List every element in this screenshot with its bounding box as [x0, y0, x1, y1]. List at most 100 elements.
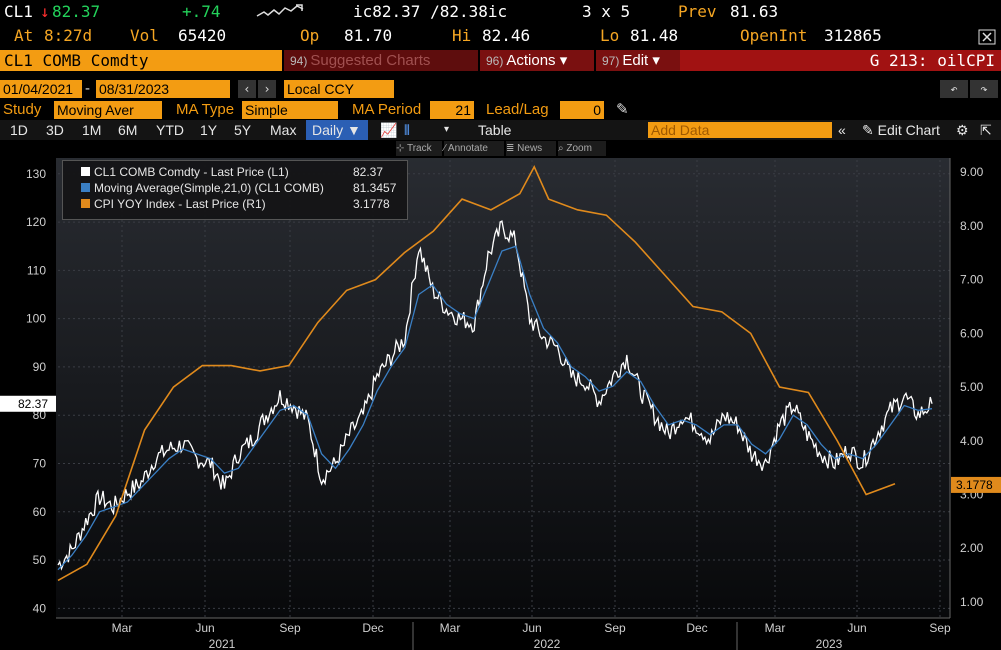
table-button[interactable]: Table: [478, 120, 511, 140]
suggested-charts-menu[interactable]: 94) Suggested Charts: [284, 50, 478, 71]
track-label: Track: [406, 143, 432, 154]
x-tick-label: Jun: [522, 621, 541, 635]
study-select[interactable]: Moving Aver: [54, 101, 162, 119]
down-arrow-icon: ↓: [40, 2, 50, 21]
quote-row-1: CL1 ↓ 82.37 +.74 ic82.37 /82.38ic 3 x 5 …: [0, 0, 1001, 24]
crosshair-icon: ⊹: [396, 143, 407, 154]
at-label: At: [14, 26, 34, 45]
legend-label: CPI YOY Index - Last Price (R1): [94, 197, 266, 211]
period-max-button[interactable]: Max: [270, 120, 296, 140]
open-value: 81.70: [344, 26, 393, 45]
pencil-icon: ✎: [862, 122, 878, 138]
start-date-field[interactable]: 01/04/2021: [0, 80, 82, 98]
news-tool[interactable]: ≣ News: [506, 141, 556, 156]
menu-number: 97): [602, 54, 620, 68]
security-field[interactable]: CL1 COMB Comdty: [0, 50, 282, 71]
prev-range-button[interactable]: ‹: [238, 80, 256, 98]
settings-icon[interactable]: ⚙: [956, 120, 969, 140]
net-change: +.74: [182, 2, 221, 21]
bid-ask: ic82.37 /82.38ic: [353, 2, 508, 21]
menu-label: Suggested Charts: [310, 52, 431, 69]
pencil-icon[interactable]: ✎: [616, 101, 629, 119]
x-tick-label: Sep: [929, 621, 951, 635]
vol-label: Vol: [130, 26, 159, 45]
x-tick-label: Jun: [195, 621, 214, 635]
graph-code: G 213: oilCPI: [680, 50, 1001, 71]
edit-chart-button[interactable]: ✎ Edit Chart: [862, 120, 940, 140]
dropdown-arrow-icon: ▾: [559, 52, 568, 69]
year-label: 2021: [209, 637, 236, 650]
ticker[interactable]: CL1: [4, 0, 33, 24]
ma-type-select[interactable]: Simple: [242, 101, 338, 119]
undo-icon[interactable]: ↶: [940, 80, 968, 98]
actions-menu[interactable]: 96) Actions ▾: [480, 50, 594, 71]
left-axis-tick-label: 60: [33, 505, 47, 519]
period-3d-button[interactable]: 3D: [46, 120, 64, 140]
redo-icon[interactable]: ↷: [970, 80, 998, 98]
chart-type-dropdown-icon[interactable]: ▾: [444, 120, 449, 140]
chart-legend[interactable]: CL1 COMB Comdty - Last Price (L1) 82.37 Mo…: [62, 160, 408, 220]
last-price-tag-label: 82.37: [18, 397, 48, 411]
time-value: 8:27d: [44, 26, 93, 45]
right-axis-tick-label: 4.00: [960, 434, 984, 448]
right-axis-tick-label: 8.00: [960, 219, 984, 233]
cpi-tag-label: 3.1778: [956, 478, 993, 492]
annotate-tool[interactable]: ∕ Annotate: [444, 141, 504, 156]
x-tick-label: Sep: [279, 621, 301, 635]
x-tick-label: Mar: [440, 621, 461, 635]
period-6m-button[interactable]: 6M: [118, 120, 137, 140]
menu-label: Actions: [506, 52, 556, 69]
next-range-button[interactable]: ›: [258, 80, 276, 98]
range-separator: -: [85, 80, 90, 97]
track-tool[interactable]: ⊹ Track: [396, 141, 442, 156]
legend-value: 81.3457: [353, 181, 397, 195]
frequency-select[interactable]: Daily ▼: [306, 120, 368, 140]
ma-type-label: MA Type: [176, 101, 235, 118]
period-1d-button[interactable]: 1D: [10, 120, 28, 140]
currency-select[interactable]: Local CCY: [284, 80, 394, 98]
end-date-field[interactable]: 08/31/2023: [96, 80, 230, 98]
collapse-icon[interactable]: «: [838, 120, 846, 140]
edit-menu[interactable]: 97) Edit ▾: [596, 50, 680, 71]
prev-label: Prev: [678, 2, 717, 21]
legend-entry[interactable]: CL1 COMB Comdty - Last Price (L1) 82.37: [63, 164, 407, 180]
year-label: 2023: [816, 637, 843, 650]
legend-swatch: [81, 183, 90, 192]
line-chart-icon[interactable]: 📈: [380, 120, 397, 140]
period-5y-button[interactable]: 5Y: [234, 120, 251, 140]
open-interest-label: OpenInt: [740, 26, 808, 45]
left-axis-tick-label: 100: [26, 312, 46, 326]
zoom-label: Zoom: [566, 143, 592, 154]
x-tick-label: Mar: [112, 621, 133, 635]
study-label: Study: [3, 101, 42, 118]
x-tick-label: Dec: [686, 621, 707, 635]
news-label: News: [517, 143, 543, 154]
menu-number: 96): [486, 54, 504, 68]
legend-entry[interactable]: CPI YOY Index - Last Price (R1) 3.1778: [63, 196, 407, 212]
price-chart[interactable]: 4050607080901001101201301.002.003.004.00…: [0, 158, 1001, 650]
zoom-tool[interactable]: ⌕ Zoom: [558, 141, 606, 156]
right-axis-tick-label: 6.00: [960, 326, 984, 340]
bar-chart-icon[interactable]: ⫴: [404, 120, 410, 140]
legend-value: 3.1778: [353, 197, 390, 211]
prev-value: 81.63: [730, 2, 779, 21]
left-axis-tick-label: 130: [26, 167, 46, 181]
x-tick-label: Jun: [847, 621, 866, 635]
right-axis-tick-label: 7.00: [960, 273, 984, 287]
period-1y-button[interactable]: 1Y: [200, 120, 217, 140]
left-axis-tick-label: 120: [26, 215, 46, 229]
year-label: 2022: [534, 637, 561, 650]
edit-chart-label: Edit Chart: [877, 122, 940, 138]
period-ytd-button[interactable]: YTD: [156, 120, 184, 140]
export-icon[interactable]: ⇱: [980, 120, 992, 140]
open-label: Op: [300, 26, 320, 45]
period-1m-button[interactable]: 1M: [82, 120, 101, 140]
legend-entry[interactable]: Moving Average(Simple,21,0) (CL1 COMB) 81…: [63, 180, 407, 196]
add-data-input[interactable]: Add Data: [648, 122, 832, 138]
legend-value: 82.37: [353, 165, 384, 179]
lead-lag-field[interactable]: 0: [560, 101, 604, 119]
x-tick-label: Sep: [604, 621, 626, 635]
right-axis-tick-label: 9.00: [960, 165, 984, 179]
high-label: Hi: [452, 26, 472, 45]
ma-period-field[interactable]: 21: [430, 101, 474, 119]
